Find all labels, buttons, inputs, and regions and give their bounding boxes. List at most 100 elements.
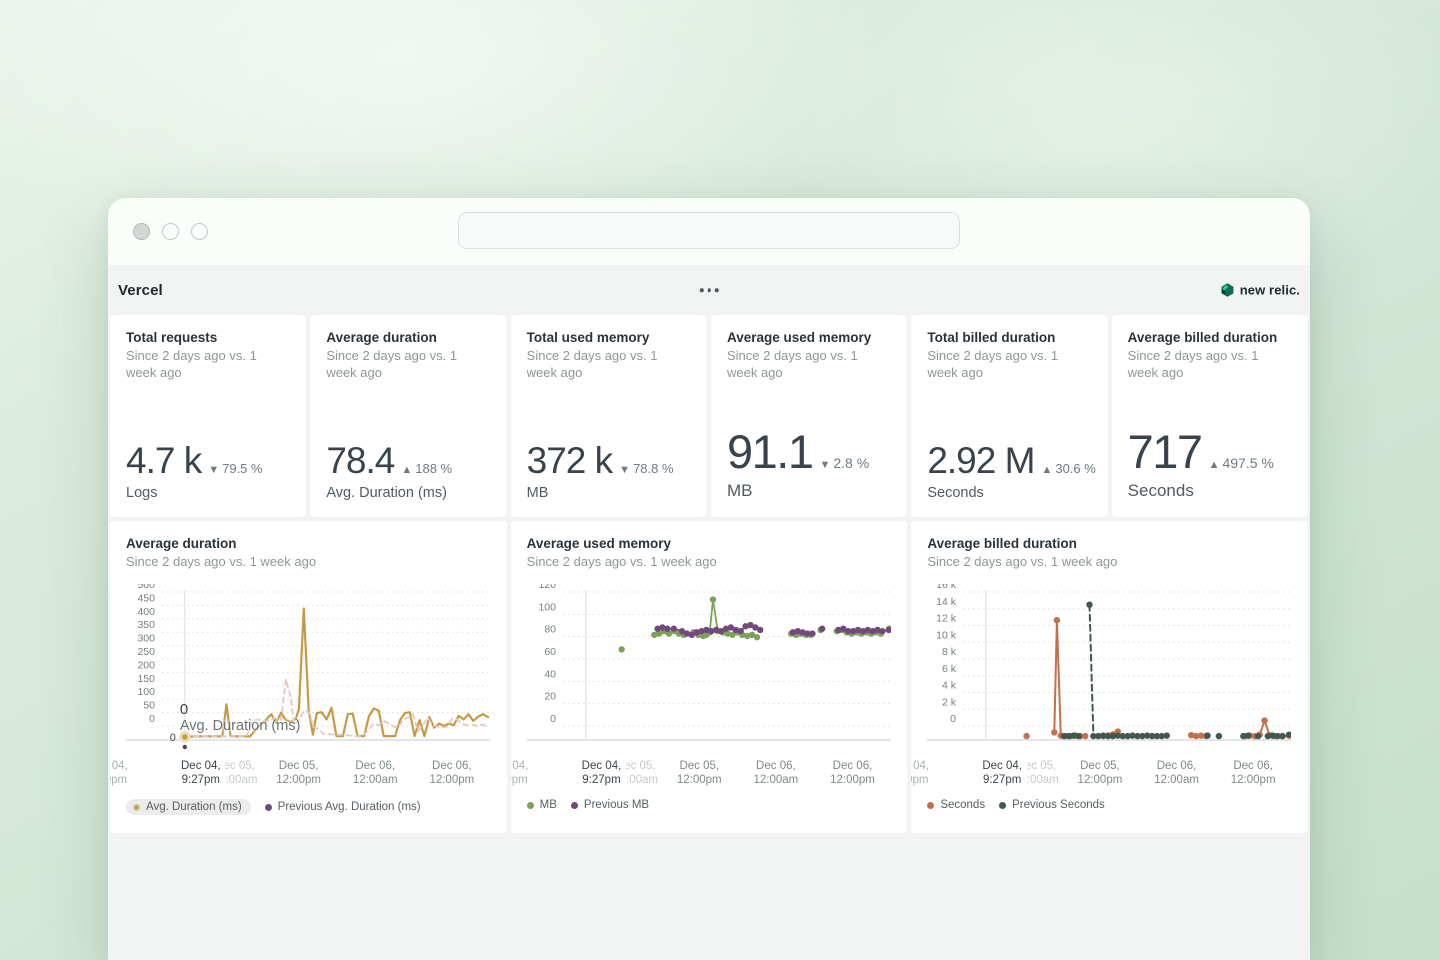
window-maximize-button[interactable]	[191, 223, 208, 240]
kpi-unit: Seconds	[927, 485, 1091, 501]
legend-label: Previous Seconds	[1012, 799, 1105, 811]
svg-text:500: 500	[137, 584, 155, 591]
kpi-subtitle: Since 2 days ago vs. 1 week ago	[1128, 347, 1292, 381]
x-tick-label: Dec 06,12:00am	[353, 759, 398, 787]
svg-text:0: 0	[149, 713, 155, 725]
kpi-value-block: 4.7 k▼79.5 % Logs	[126, 442, 290, 501]
window-close-button[interactable]	[133, 223, 150, 240]
kpi-title: Total billed duration	[927, 329, 1091, 346]
kpi-unit: Logs	[126, 485, 290, 501]
legend-dot-icon	[133, 804, 140, 811]
kpi-card-row: Total requestsSince 2 days ago vs. 1 wee…	[108, 315, 1310, 517]
legend-dot-icon	[999, 802, 1006, 809]
kpi-title: Total used memory	[527, 329, 691, 346]
kpi-delta: ▲497.5 %	[1209, 455, 1274, 471]
legend-item-1[interactable]: Previous MB	[571, 799, 649, 811]
kpi-value-block: 2.92 M▲30.6 %Seconds	[927, 442, 1091, 501]
svg-text:60: 60	[544, 646, 556, 658]
kpi-value: 372 k	[527, 442, 613, 479]
kpi-unit: Seconds	[1128, 481, 1292, 501]
kpi-delta: ▲30.6 %	[1041, 461, 1095, 476]
svg-text:80: 80	[544, 624, 556, 636]
svg-text:0: 0	[550, 713, 556, 725]
svg-text:120: 120	[538, 584, 556, 591]
legend-label: Previous MB	[584, 799, 649, 811]
kpi-value: 2.92 M	[927, 442, 1034, 479]
kpi-delta: ▼79.5 %	[208, 461, 262, 476]
svg-text:16 k: 16 k	[936, 584, 957, 591]
legend-dot-icon	[265, 804, 272, 811]
svg-text:2 k: 2 k	[942, 696, 957, 708]
kpi-value-block: 717▲497.5 % Seconds	[1128, 428, 1292, 501]
legend-item-0[interactable]: Avg. Duration (ms)	[126, 799, 251, 815]
kpi-value-block: 372 k▼78.8 %MB	[527, 442, 691, 501]
series-points-1	[1061, 601, 1291, 739]
delta-down-icon: ▼	[819, 459, 830, 471]
svg-text:100: 100	[538, 601, 556, 613]
svg-text:100: 100	[137, 686, 155, 698]
svg-text:0: 0	[170, 732, 176, 744]
x-tick-label: Dec 04,9:00pm	[110, 759, 128, 787]
delta-down-icon: ▼	[619, 464, 630, 476]
window-minimize-button[interactable]	[162, 223, 179, 240]
kpi-subtitle: Since 2 days ago vs. 1 week ago	[727, 347, 891, 381]
legend-item-1[interactable]: Previous Seconds	[999, 799, 1105, 811]
x-tick-label: Dec 04,9:27pm	[176, 759, 226, 787]
browser-chrome	[108, 198, 1310, 265]
legend-label: Avg. Duration (ms)	[146, 801, 242, 813]
chart-subtitle: Since 2 days ago vs. 1 week ago	[126, 553, 491, 570]
kpi-card-5: Average billed durationSince 2 days ago …	[1112, 315, 1308, 517]
x-tick-label: Dec 04,9:00pm	[911, 759, 929, 787]
legend-item-0[interactable]: MB	[527, 799, 557, 811]
legend-label: Previous Avg. Duration (ms)	[278, 801, 421, 813]
chart-legend: Avg. Duration (ms) Previous Avg. Duration…	[126, 799, 491, 815]
x-axis-labels: Dec 04,9:00pmDec 04,9:27pmDec 05,12:00am…	[527, 759, 892, 790]
x-tick-label: Dec 06,12:00pm	[1231, 759, 1276, 787]
series-points-0	[1024, 617, 1292, 739]
dashboard-header: Vercel new relic.	[108, 265, 1310, 315]
kpi-value-row: 4.7 k▼79.5 %	[126, 442, 290, 479]
svg-text:300: 300	[137, 633, 155, 645]
more-menu-icon[interactable]	[694, 282, 725, 298]
legend-dot-icon	[571, 802, 578, 809]
svg-text:400: 400	[137, 606, 155, 618]
chart-body: 020406080100120	[527, 584, 892, 757]
chart-legend: MB Previous MB	[527, 799, 892, 811]
x-tick-label: Dec 05,12:00pm	[677, 759, 722, 787]
x-tick-label: Dec 06,12:00pm	[429, 759, 474, 787]
chart-legend: Seconds Previous Seconds	[927, 799, 1292, 811]
delta-up-icon: ▲	[401, 464, 412, 476]
kpi-value: 91.1	[727, 428, 812, 475]
kpi-card-0: Total requestsSince 2 days ago vs. 1 wee…	[110, 315, 306, 517]
kpi-value-row: 2.92 M▲30.6 %	[927, 442, 1091, 479]
svg-text:200: 200	[137, 659, 155, 671]
kpi-card-2: Total used memorySince 2 days ago vs. 1 …	[511, 315, 707, 517]
legend-item-1[interactable]: Previous Avg. Duration (ms)	[265, 801, 421, 813]
kpi-unit: Avg. Duration (ms)	[326, 485, 490, 501]
series-points-1	[654, 622, 891, 638]
kpi-value-row: 717▲497.5 %	[1128, 428, 1292, 475]
legend-item-0[interactable]: Seconds	[927, 799, 985, 811]
x-tick-label: Dec 05,12:00pm	[276, 759, 321, 787]
browser-window: Vercel new relic. Total requestsSince 2 …	[108, 198, 1310, 960]
kpi-title: Average used memory	[727, 329, 891, 346]
svg-text:50: 50	[143, 700, 155, 712]
x-tick-label: Dec 04,9:00pm	[511, 759, 529, 787]
hover-point	[181, 733, 189, 741]
delta-up-icon: ▲	[1041, 464, 1052, 476]
chart-subtitle: Since 2 days ago vs. 1 week ago	[527, 553, 892, 570]
kpi-subtitle: Since 2 days ago vs. 1 week ago	[126, 347, 290, 381]
kpi-value-block: 78.4▲188 %Avg. Duration (ms)	[326, 442, 490, 501]
svg-text:250: 250	[137, 646, 155, 658]
legend-dot-icon	[527, 802, 534, 809]
kpi-card-1: Average durationSince 2 days ago vs. 1 w…	[310, 315, 506, 517]
chart-body: 05010015020025030035040045050000Avg. Dur…	[126, 584, 491, 757]
svg-text:150: 150	[137, 673, 155, 685]
address-bar-input[interactable]	[458, 212, 960, 249]
kpi-unit: MB	[727, 481, 891, 501]
chart-title: Average duration	[126, 535, 491, 552]
window-controls	[133, 223, 208, 240]
kpi-unit: MB	[527, 485, 691, 501]
kpi-delta: ▼2.8 %	[819, 455, 869, 471]
legend-label: MB	[540, 799, 557, 811]
